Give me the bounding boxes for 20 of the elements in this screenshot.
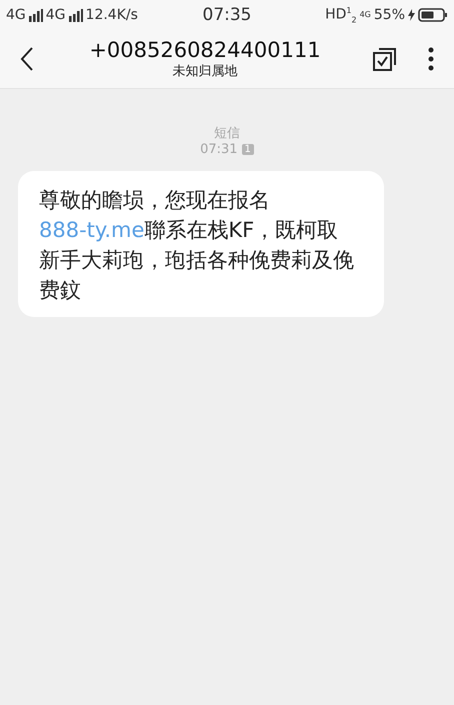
charging-icon [408, 8, 415, 21]
network-type: 4G [6, 7, 26, 23]
network-type: 4G [360, 10, 371, 20]
signal-icon [28, 8, 43, 22]
message-type-label: 短信 [214, 125, 240, 142]
message-text: 尊敬的瞻埙，您现在报名 888-ty.me聯系在栈KF，既柯取新手大莉玸，玸括各种俛费莉及俛费鈫 [39, 187, 355, 304]
signal-icon [68, 8, 83, 22]
network-type: 4G [46, 7, 66, 23]
more-icon [428, 47, 434, 71]
battery-icon [418, 8, 448, 22]
contact-number: +0085260824400111 [89, 38, 321, 62]
status-time: 07:35 [202, 5, 252, 25]
sim-badge: 1 [242, 144, 254, 155]
message-time: 07:31 [200, 142, 238, 157]
network-speed: 12.4K/s [86, 7, 138, 23]
message-link[interactable]: 888-ty.me [39, 218, 144, 242]
back-icon [20, 47, 34, 71]
battery-level: 55% [374, 6, 405, 23]
contact-location: 未知归属地 [172, 63, 238, 80]
checkbox-icon [371, 45, 399, 73]
